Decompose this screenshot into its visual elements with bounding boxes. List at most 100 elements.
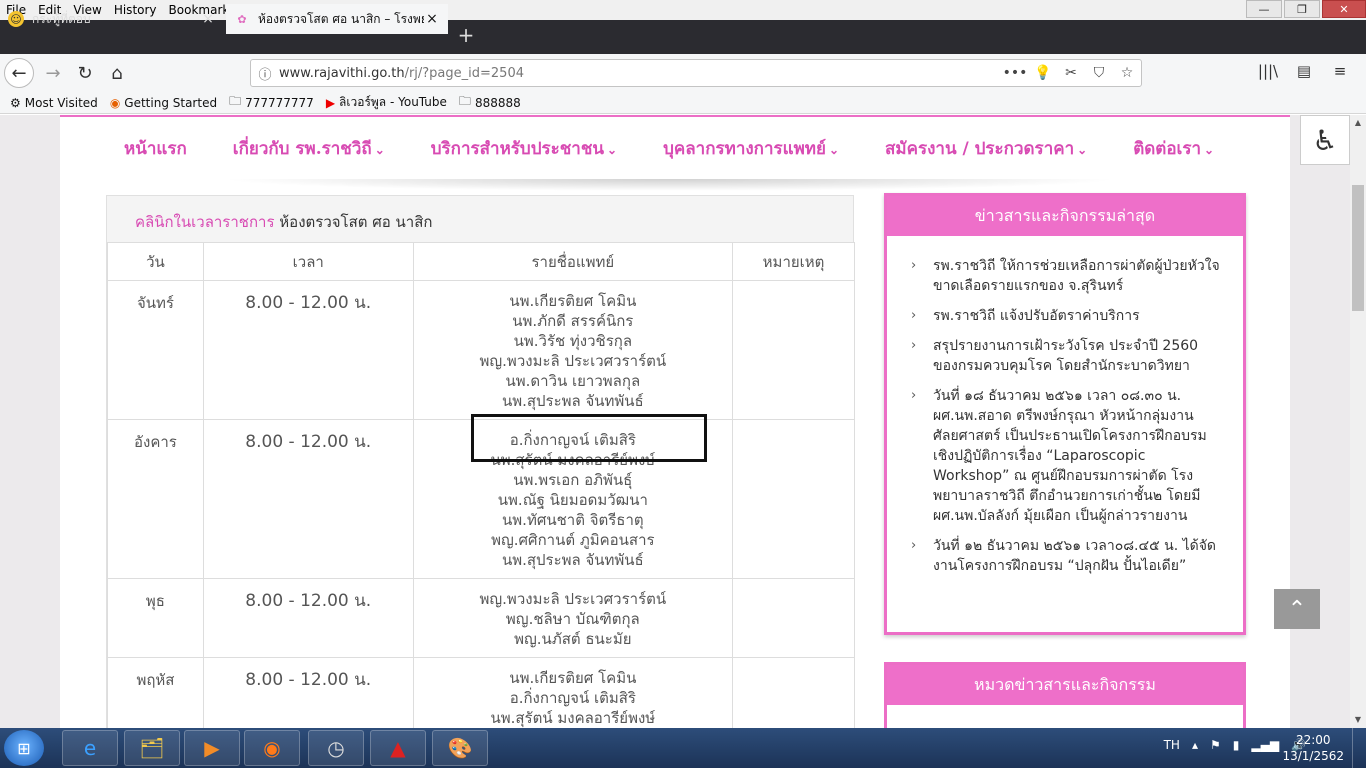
minimize-button[interactable]: —	[1246, 0, 1282, 18]
news-list: › รพ.ราชวิถี ให้การช่วยเหลือการผ่าตัดผู้ป…	[887, 236, 1243, 576]
news-item-link[interactable]: › วันที่ ๑๘ ธันวาคม ๒๕๖๑ เวลา ๐๘.๓๐ น. ผศ…	[911, 386, 1223, 526]
cell-doctors: นพ.เกียรติยศ โคมิน อ.กิ่งกาญจน์ เติมสิริน…	[412, 657, 734, 728]
bookmark-star-icon[interactable]: ☆	[1113, 65, 1141, 81]
tab-title: ห้องตรวจโสต ศอ นาสิก – โรงพยาบ	[258, 11, 424, 26]
taskbar-clock-app-icon[interactable]: ◷	[308, 730, 364, 766]
header-doctors: รายชื่อแพทย์	[412, 242, 734, 281]
flower-favicon-icon: ✿	[237, 12, 247, 26]
library-icon[interactable]: |||\	[1250, 62, 1286, 80]
site-nav-label: บุคลากรทางการแพทย์	[663, 138, 826, 159]
home-button[interactable]: ⌂	[102, 58, 132, 88]
power-icon[interactable]: ▮	[1233, 738, 1240, 752]
bookmark-item[interactable]: 🗀 888888	[459, 92, 521, 113]
cell-time: 8.00 - 12.00 น.	[202, 657, 414, 728]
tab-title: กระทู้ที่ตอบ	[32, 11, 91, 26]
header-note: หมายเหตุ	[732, 242, 855, 281]
site-nav-item[interactable]: หน้าแรก	[124, 135, 187, 162]
news-item-text: วันที่ ๑๒ ธันวาคม ๒๕๖๑ เวลา๐๘.๔๕ น. ได้จ…	[933, 538, 1217, 574]
screenshot-icon[interactable]: ✂	[1057, 65, 1085, 81]
start-button[interactable]: ⊞	[4, 730, 44, 766]
taskbar-media-icon[interactable]: ▶	[184, 730, 240, 766]
bookmark-item[interactable]: ▶ ลิเวอร์พูล - YouTube	[326, 93, 447, 112]
cell-time: 8.00 - 12.00 น.	[202, 419, 414, 579]
tab-ent-clinic[interactable]: ✿ ห้องตรวจโสต ศอ นาสิก – โรงพยาบ ×	[226, 4, 448, 34]
cell-day: อังคาร	[107, 419, 204, 579]
cell-note	[732, 419, 855, 579]
scroll-thumb[interactable]	[1352, 185, 1364, 311]
maximize-button[interactable]: ❐	[1284, 0, 1320, 18]
url-text[interactable]: www.rajavithi.go.th/rj/?page_id=2504	[279, 66, 1001, 81]
taskbar-explorer-icon[interactable]: 🗂	[124, 730, 180, 766]
sidebar-icon[interactable]: ▤	[1286, 62, 1322, 80]
news-item-link[interactable]: › สรุปรายงานการเฝ้าระวังโรค ประจำปี 2560 …	[911, 336, 1223, 376]
network-icon[interactable]: ▂▄▆	[1251, 738, 1279, 752]
taskbar-acrobat-icon[interactable]: ▲	[370, 730, 426, 766]
site-nav-item[interactable]: บริการสำหรับประชาชน ⌄	[431, 135, 617, 162]
hamburger-menu-icon[interactable]: ≡	[1322, 62, 1358, 80]
bookmark-item[interactable]: 🗀 777777777	[229, 92, 314, 113]
cell-day: พฤหัส	[107, 657, 204, 728]
page-scrollbar[interactable]: ▲ ▼	[1350, 115, 1366, 728]
taskbar-firefox-icon[interactable]: ◉	[244, 730, 300, 766]
doctor-name: พญ.นภัสต์ ธนะมัย	[514, 630, 632, 648]
reload-button[interactable]: ↻	[70, 58, 100, 88]
cell-note	[732, 657, 855, 728]
table-header-row: วัน เวลา รายชื่อแพทย์ หมายเหตุ	[107, 242, 855, 281]
address-bar[interactable]: ⓘ www.rajavithi.go.th/rj/?page_id=2504 •…	[250, 59, 1142, 87]
news-item-link[interactable]: › รพ.ราชวิถี แจ้งปรับอัตราค่าบริการ	[911, 306, 1223, 326]
close-window-button[interactable]: ✕	[1322, 0, 1366, 18]
header-day: วัน	[107, 242, 204, 281]
scroll-down-icon[interactable]: ▼	[1350, 712, 1366, 728]
news-item-text: วันที่ ๑๘ ธันวาคม ๒๕๖๑ เวลา ๐๘.๓๐ น. ผศ.…	[933, 388, 1207, 524]
doctor-name: นพ.ดาวิน เยาวพลกุล	[505, 372, 641, 390]
emoji-favicon-icon: ☺	[8, 11, 24, 27]
language-indicator[interactable]: TH	[1164, 738, 1180, 752]
tray-arrow-icon[interactable]: ▴	[1192, 738, 1198, 752]
doctor-name: นพ.เกียรติยศ โคมิน	[509, 292, 637, 310]
latest-news-heading: ข่าวสารและกิจกรรมล่าสุด	[887, 196, 1243, 236]
site-nav-item[interactable]: สมัครงาน / ประกวดราคา ⌄	[885, 135, 1087, 162]
news-item-link[interactable]: › วันที่ ๑๒ ธันวาคม ๒๕๖๑ เวลา๐๘.๔๕ น. ได้…	[911, 536, 1223, 576]
page-actions-icon[interactable]: •••	[1001, 65, 1029, 81]
taskbar-paint-icon[interactable]: 🎨	[432, 730, 488, 766]
news-item-text: รพ.ราชวิถี แจ้งปรับอัตราค่าบริการ	[933, 308, 1140, 324]
doctor-name: นพ.เกียรติยศ โคมิน	[509, 669, 637, 687]
bookmark-item[interactable]: ⚙ Most Visited	[10, 96, 98, 110]
doctor-name: นพ.วิรัช ทุ่งวชิรกุล	[513, 332, 633, 350]
back-button[interactable]: ←	[4, 58, 34, 88]
taskbar-clock[interactable]: 22:00 13/1/2562	[1282, 732, 1344, 764]
bookmarks-toolbar: ⚙ Most Visited ◉ Getting Started 🗀 777777777 ▶…	[0, 92, 1366, 114]
scroll-up-icon[interactable]: ▲	[1350, 115, 1366, 131]
accessibility-icon[interactable]: ♿	[1300, 115, 1350, 165]
site-nav-item[interactable]: ติดต่อเรา ⌄	[1133, 135, 1214, 162]
bookmark-item[interactable]: ◉ Getting Started	[110, 96, 217, 110]
site-nav-label: ติดต่อเรา	[1133, 138, 1202, 159]
flag-icon[interactable]: ⚑	[1210, 738, 1221, 752]
site-nav-item[interactable]: เกี่ยวกับ รพ.ราชวิถี ⌄	[233, 135, 385, 162]
tab-close-icon[interactable]: ×	[424, 11, 440, 27]
pocket-icon[interactable]: ⛉	[1085, 65, 1113, 81]
cell-doctors: นพ.เกียรติยศ โคมิน นพ.ภักดี สรรค์นิกร นพ.ว…	[412, 280, 734, 420]
show-desktop-button[interactable]	[1352, 728, 1366, 768]
news-item-text: สรุปรายงานการเฝ้าระวังโรค ประจำปี 2560 ข…	[933, 338, 1199, 374]
bookmark-label: Most Visited	[24, 95, 98, 110]
table-row: จันทร์ 8.00 - 12.00 น. นพ.เกียรติยศ โคมินน…	[107, 280, 855, 420]
taskbar-ie-icon[interactable]: e	[62, 730, 118, 766]
chevron-right-icon: ›	[911, 388, 917, 403]
tab-close-icon[interactable]: ×	[200, 11, 216, 27]
doctor-name: อ.กิ่งกาญจน์ เติมสิริ	[509, 689, 636, 707]
new-tab-button[interactable]: +	[456, 24, 476, 48]
site-nav-item[interactable]: บุคลากรทางการแพทย์ ⌄	[663, 135, 839, 162]
cell-day: พุธ	[107, 578, 204, 658]
gear-icon: ⚙	[10, 95, 21, 110]
tab-forum-replies[interactable]: ☺ กระทู้ที่ตอบ ×	[0, 4, 224, 34]
doctor-name: นพ.สุประพล จันทพันธ์	[501, 392, 644, 410]
site-info-icon[interactable]: ⓘ	[251, 64, 279, 83]
scroll-to-top-button[interactable]: ⌃	[1274, 589, 1320, 629]
lightbulb-icon[interactable]: 💡	[1029, 65, 1057, 81]
latest-news-panel: ข่าวสารและกิจกรรมล่าสุด › รพ.ราชวิถี ให้ก…	[884, 193, 1246, 635]
chevron-down-icon: ⌄	[1077, 142, 1088, 157]
news-item-link[interactable]: › รพ.ราชวิถี ให้การช่วยเหลือการผ่าตัดผู้ป…	[911, 256, 1223, 296]
forward-button[interactable]: →	[38, 58, 68, 88]
site-main-nav: หน้าแรก เกี่ยวกับ รพ.ราชวิถี ⌄ บริการสำหรับ…	[60, 117, 1290, 179]
